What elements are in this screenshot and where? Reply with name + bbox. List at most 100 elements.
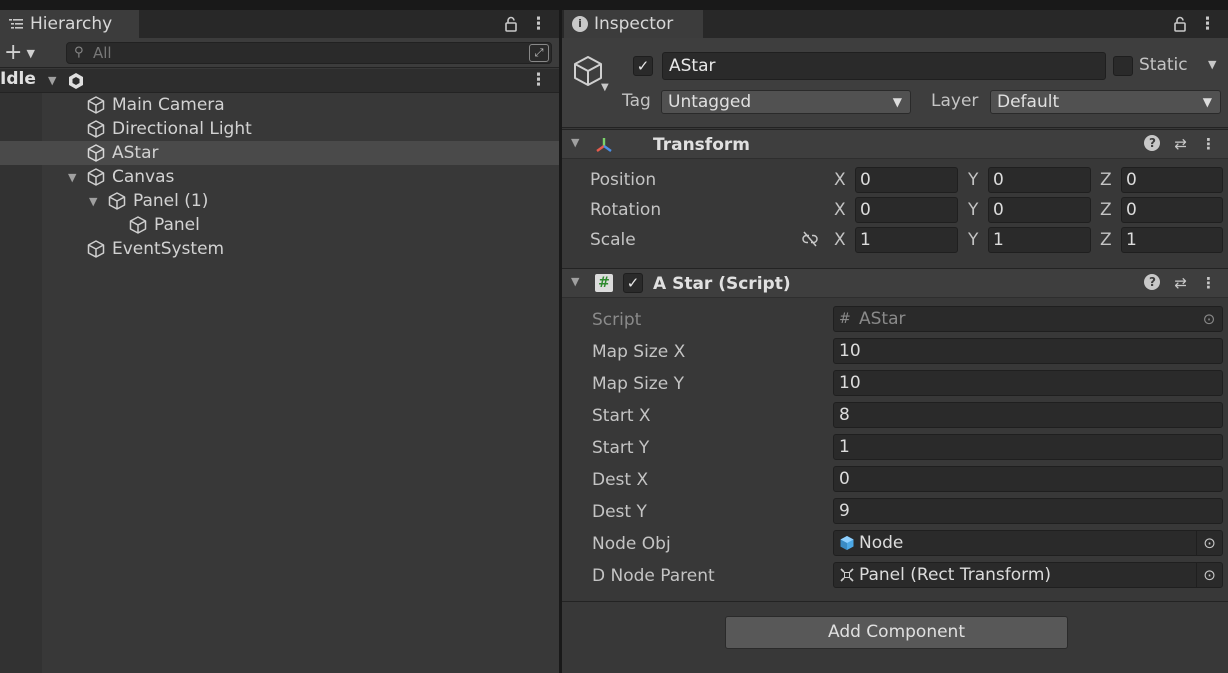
script-reference-value: AStar bbox=[859, 309, 906, 329]
axis-y-label[interactable]: Y bbox=[968, 200, 978, 220]
hierarchy-item-label: Main Camera bbox=[112, 95, 225, 115]
collapse-arrow-icon[interactable]: ▼ bbox=[571, 136, 579, 149]
script-label: Script bbox=[592, 310, 642, 330]
link-broken-icon[interactable] bbox=[800, 230, 820, 248]
position-y-field[interactable]: 0 bbox=[988, 167, 1091, 193]
scene-row[interactable]: ▼ Idle ⋮ bbox=[0, 69, 559, 93]
node-obj-value: Node bbox=[859, 533, 904, 553]
node-obj-field[interactable]: Node ⊙ bbox=[833, 530, 1223, 556]
top-strip bbox=[0, 0, 559, 10]
hierarchy-tab-icons: ⋮ bbox=[504, 10, 547, 38]
scene-name: Idle bbox=[0, 69, 36, 89]
axis-y-label[interactable]: Y bbox=[968, 170, 978, 190]
hierarchy-item-canvas[interactable]: ▼ Canvas bbox=[0, 165, 559, 189]
script-hash-icon: # bbox=[595, 274, 613, 292]
scale-x-field[interactable]: 1 bbox=[855, 227, 958, 253]
start-y-field[interactable]: 1 bbox=[833, 434, 1223, 460]
layer-dropdown[interactable]: Default ▼ bbox=[990, 90, 1221, 114]
static-dropdown-icon[interactable]: ▼ bbox=[1208, 58, 1216, 71]
rotation-y-field[interactable]: 0 bbox=[988, 197, 1091, 223]
script-hash-icon: # bbox=[839, 311, 851, 327]
rotation-z-field[interactable]: 0 bbox=[1121, 197, 1223, 223]
cube-icon bbox=[87, 120, 105, 138]
hierarchy-item-panel[interactable]: Panel bbox=[0, 213, 559, 237]
plus-icon: + bbox=[4, 40, 23, 65]
list-icon bbox=[9, 19, 23, 29]
cube-icon bbox=[87, 240, 105, 258]
transform-header[interactable]: ▼ Transform ? ⇄ ⋮ bbox=[562, 129, 1228, 159]
tab-inspector[interactable]: i Inspector bbox=[564, 10, 703, 38]
kebab-menu-icon[interactable]: ⋮ bbox=[530, 14, 547, 34]
hierarchy-item-label: Panel bbox=[154, 215, 200, 235]
search-input[interactable] bbox=[93, 44, 523, 62]
gameobject-header: ▼ ✓ AStar Static ▼ Tag Untagged ▼ Layer … bbox=[562, 38, 1228, 128]
help-icon[interactable]: ? bbox=[1144, 274, 1161, 290]
axis-z-label[interactable]: Z bbox=[1100, 170, 1112, 190]
target-icon[interactable]: ⊙ bbox=[1196, 563, 1222, 587]
collapse-arrow-icon[interactable]: ▼ bbox=[571, 275, 579, 288]
cube-icon bbox=[108, 192, 126, 210]
help-icon[interactable]: ? bbox=[1144, 135, 1161, 151]
axis-z-label[interactable]: Z bbox=[1100, 200, 1112, 220]
start-x-field[interactable]: 8 bbox=[833, 402, 1223, 428]
map-size-y-field[interactable]: 10 bbox=[833, 370, 1223, 396]
cube-icon bbox=[129, 216, 147, 234]
layer-value: Default bbox=[997, 92, 1060, 112]
collapse-arrow-icon[interactable]: ▼ bbox=[48, 74, 60, 87]
tab-hierarchy-label: Hierarchy bbox=[30, 14, 113, 34]
axis-x-label[interactable]: X bbox=[834, 200, 846, 220]
rotation-x-field[interactable]: 0 bbox=[855, 197, 958, 223]
hierarchy-search[interactable]: ⚲ ⤢ bbox=[66, 42, 552, 64]
hierarchy-item-astar[interactable]: AStar bbox=[0, 141, 559, 165]
active-checkbox[interactable]: ✓ bbox=[633, 56, 653, 76]
kebab-menu-icon[interactable]: ⋮ bbox=[1201, 135, 1216, 153]
transform-axes-icon bbox=[596, 138, 612, 152]
sliders-icon[interactable]: ⇄ bbox=[1174, 274, 1187, 292]
static-checkbox[interactable] bbox=[1113, 56, 1133, 76]
lock-icon[interactable] bbox=[504, 16, 518, 32]
search-expand-icon[interactable]: ⤢ bbox=[529, 44, 549, 62]
hierarchy-item-label: Directional Light bbox=[112, 119, 252, 139]
kebab-menu-icon[interactable]: ⋮ bbox=[530, 70, 547, 90]
target-icon: ⊙ bbox=[1202, 310, 1216, 328]
map-size-x-field[interactable]: 10 bbox=[833, 338, 1223, 364]
scale-z-field[interactable]: 1 bbox=[1121, 227, 1223, 253]
kebab-menu-icon[interactable]: ⋮ bbox=[1201, 274, 1216, 292]
tab-hierarchy[interactable]: Hierarchy bbox=[0, 10, 139, 38]
kebab-menu-icon[interactable]: ⋮ bbox=[1199, 14, 1216, 34]
map-size-x-label: Map Size X bbox=[592, 342, 686, 362]
script-enabled-checkbox[interactable]: ✓ bbox=[623, 273, 643, 293]
gameobject-name-field[interactable]: AStar bbox=[662, 52, 1106, 80]
scale-y-field[interactable]: 1 bbox=[988, 227, 1091, 253]
axis-x-label[interactable]: X bbox=[834, 230, 846, 250]
sliders-icon[interactable]: ⇄ bbox=[1174, 135, 1187, 153]
hierarchy-item-label: EventSystem bbox=[112, 239, 225, 259]
add-component-button[interactable]: Add Component bbox=[725, 616, 1068, 649]
tag-dropdown[interactable]: Untagged ▼ bbox=[661, 90, 911, 114]
chevron-down-icon: ▼ bbox=[26, 46, 35, 60]
collapse-arrow-icon[interactable]: ▼ bbox=[89, 195, 101, 208]
axis-x-label[interactable]: X bbox=[834, 170, 846, 190]
dest-x-field[interactable]: 0 bbox=[833, 466, 1223, 492]
axis-z-label[interactable]: Z bbox=[1100, 230, 1112, 250]
target-icon[interactable]: ⊙ bbox=[1196, 531, 1222, 555]
hierarchy-item-panel-1[interactable]: ▼ Panel (1) bbox=[0, 189, 559, 213]
lock-icon[interactable] bbox=[1173, 16, 1187, 32]
axis-y-label[interactable]: Y bbox=[968, 230, 978, 250]
script-component-header[interactable]: ▼ # ✓ A Star (Script) ? ⇄ ⋮ bbox=[562, 268, 1228, 298]
component-header-icons: ? ⇄ ⋮ bbox=[1144, 274, 1216, 292]
chevron-down-icon[interactable]: ▼ bbox=[601, 82, 609, 93]
static-label: Static bbox=[1139, 55, 1188, 75]
hierarchy-item-main-camera[interactable]: Main Camera bbox=[0, 93, 559, 117]
collapse-arrow-icon[interactable]: ▼ bbox=[68, 171, 80, 184]
node-parent-field[interactable]: Panel (Rect Transform) ⊙ bbox=[833, 562, 1223, 588]
dest-y-field[interactable]: 9 bbox=[833, 498, 1223, 524]
position-x-field[interactable]: 0 bbox=[855, 167, 958, 193]
create-button[interactable]: + ▼ bbox=[4, 41, 44, 65]
hierarchy-item-directional-light[interactable]: Directional Light bbox=[0, 117, 559, 141]
hierarchy-item-label: Panel (1) bbox=[133, 191, 209, 211]
top-strip bbox=[562, 0, 1228, 10]
position-z-field[interactable]: 0 bbox=[1121, 167, 1223, 193]
hierarchy-item-eventsystem[interactable]: EventSystem bbox=[0, 237, 559, 261]
search-icon: ⚲ bbox=[74, 45, 84, 60]
